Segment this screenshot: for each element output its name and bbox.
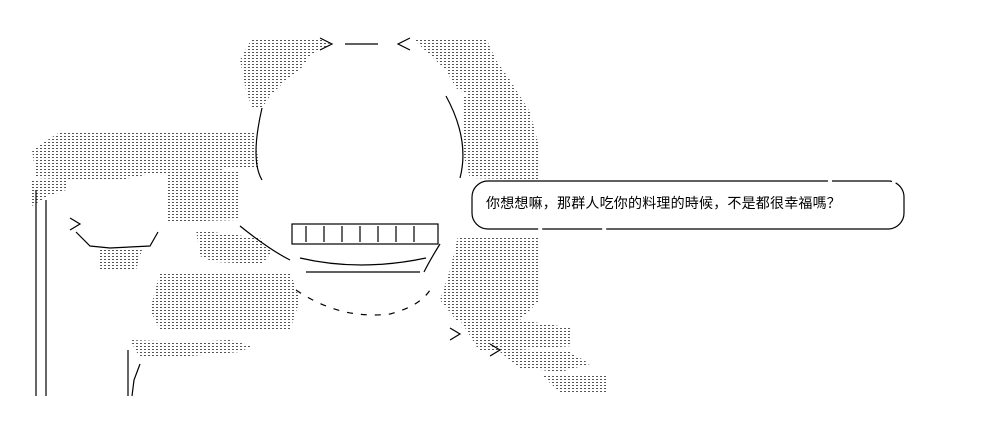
hair-left	[32, 132, 300, 397]
speech-bubble-text: 你想想嘛，那群人吃你的料理的時候，不是都很幸福嗎？	[486, 196, 841, 212]
hair-right	[440, 96, 606, 392]
grinning-mouth	[291, 223, 439, 273]
